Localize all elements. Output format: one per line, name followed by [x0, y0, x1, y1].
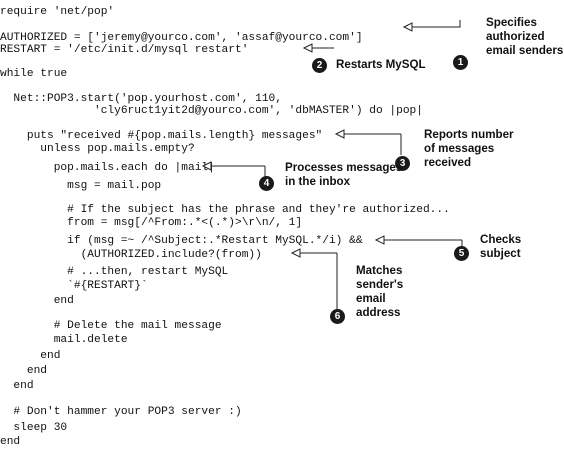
callout-text-1: Specifies authorized email senders	[486, 16, 564, 57]
leader-line-1	[412, 20, 461, 28]
callout-text-5: Checks subject	[480, 233, 522, 260]
arrowhead-2	[302, 43, 313, 53]
callout-badge-2: 2	[312, 58, 327, 73]
callout-text-2: Restarts MySQL	[336, 58, 426, 71]
callout-text-4: Processes messages in the inbox	[285, 161, 403, 188]
arrowhead-5	[374, 235, 385, 245]
arrowhead-6	[290, 248, 301, 258]
callout-text-3: Reports number of messages received	[424, 128, 514, 169]
callout-badge-5: 5	[454, 246, 469, 261]
callout-badge-4: 4	[259, 176, 274, 191]
callout-badge-6: 6	[330, 309, 345, 324]
arrowhead-1	[402, 22, 413, 32]
leader-lines	[201, 20, 463, 310]
arrowhead-4	[201, 161, 212, 171]
callout-badge-1: 1	[453, 55, 468, 70]
arrowhead-3	[334, 129, 345, 139]
callout-text-6: Matches sender's email address	[356, 264, 404, 319]
